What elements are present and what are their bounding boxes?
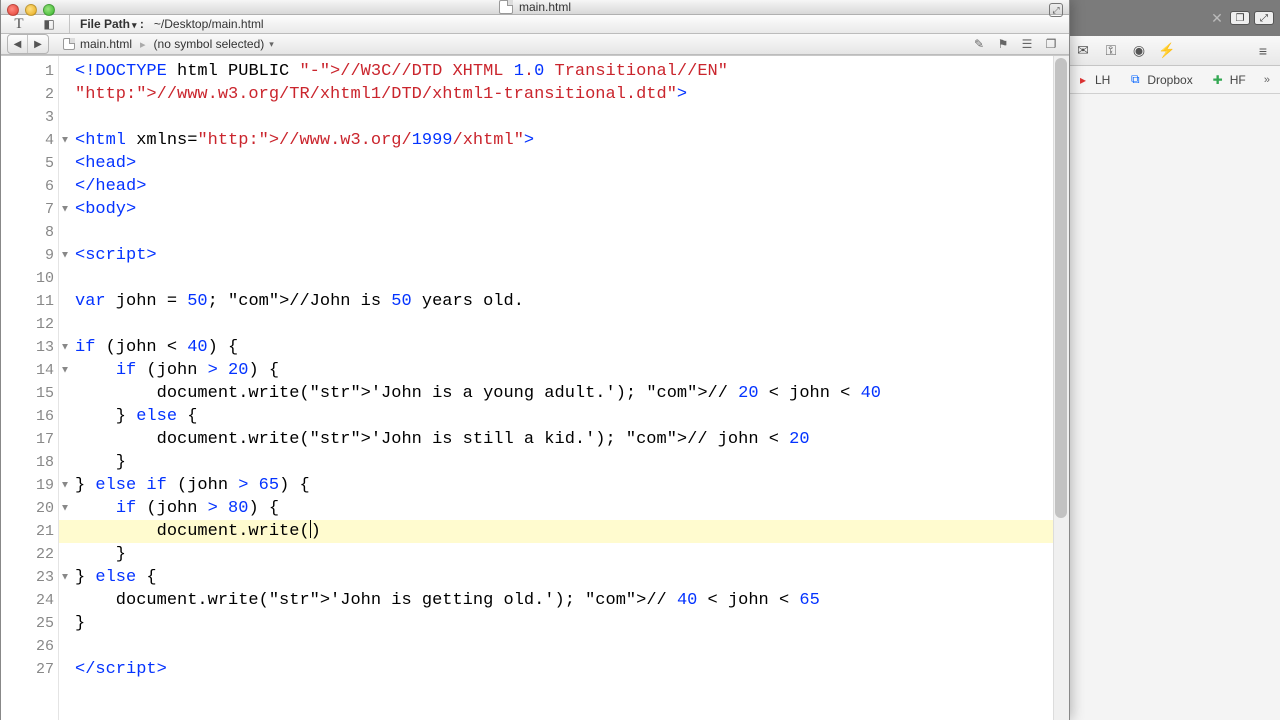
code-content[interactable]: <!DOCTYPE html PUBLIC "-">//W3C//DTD XHT… bbox=[59, 56, 1069, 720]
document-icon bbox=[499, 0, 513, 14]
bookmark-icon: ▸ bbox=[1076, 73, 1090, 87]
nav-bar: ◀ ▶ main.html ▸ (no symbol selected) ▾ ✎… bbox=[1, 34, 1069, 55]
code-line[interactable]: <head> bbox=[75, 152, 1069, 175]
code-line[interactable]: } else { bbox=[75, 566, 1069, 589]
code-line[interactable]: <script> bbox=[75, 244, 1069, 267]
code-line[interactable]: document.write() bbox=[59, 520, 1069, 543]
code-line[interactable]: </script> bbox=[75, 658, 1069, 681]
key-icon[interactable]: ⚿ bbox=[1102, 42, 1120, 60]
compass-icon[interactable]: ◉ bbox=[1130, 42, 1148, 60]
code-line[interactable]: if (john > 20) { bbox=[75, 359, 1069, 382]
code-line[interactable]: <body> bbox=[75, 198, 1069, 221]
code-line[interactable]: if (john < 40) { bbox=[75, 336, 1069, 359]
editor-window: main.html ⤢ T ◧ File Path▾ : ~/Desktop/m… bbox=[0, 0, 1070, 720]
code-line[interactable]: document.write("str">'John is getting ol… bbox=[75, 589, 1069, 612]
code-line[interactable]: } else if (john > 65) { bbox=[75, 474, 1069, 497]
fold-toggle-icon[interactable]: ▼ bbox=[60, 342, 70, 353]
menu-icon[interactable]: ≡ bbox=[1254, 42, 1272, 60]
dropbox-icon: ⧉ bbox=[1128, 73, 1142, 87]
bookmark-label: Dropbox bbox=[1147, 73, 1192, 87]
code-line[interactable] bbox=[75, 313, 1069, 336]
code-line[interactable]: } else { bbox=[75, 405, 1069, 428]
code-line[interactable]: </head> bbox=[75, 175, 1069, 198]
code-line[interactable]: if (john > 80) { bbox=[75, 497, 1069, 520]
nav-forward-button[interactable]: ▶ bbox=[28, 35, 48, 53]
browser-tabbar: ✕ ❐ ⤢ bbox=[1066, 0, 1280, 36]
bookmark-dropbox[interactable]: ⧉ Dropbox bbox=[1128, 73, 1192, 87]
code-line[interactable] bbox=[75, 106, 1069, 129]
bookmark-overflow-icon[interactable]: » bbox=[1264, 74, 1270, 86]
code-line[interactable]: document.write("str">'John is still a ki… bbox=[75, 428, 1069, 451]
bookmark-label: LH bbox=[1095, 73, 1110, 87]
fullscreen-button[interactable]: ⤢ bbox=[1049, 3, 1063, 17]
bookmark-hf[interactable]: ✚ HF bbox=[1211, 73, 1246, 87]
chevron-down-icon: ▾ bbox=[269, 39, 274, 50]
background-browser-window: ✕ ❐ ⤢ ✉ ⚿ ◉ ⚡ ≡ ▸ LH ⧉ Dropbox ✚ HF » bbox=[1065, 0, 1280, 720]
pencil-icon[interactable]: ✎ bbox=[971, 36, 987, 52]
scrollbar-thumb[interactable] bbox=[1055, 58, 1067, 518]
info-icon[interactable]: ◧ bbox=[39, 15, 59, 33]
code-line[interactable]: <html xmlns="http:">//www.w3.org/1999/xh… bbox=[75, 129, 1069, 152]
path-bar: T ◧ File Path▾ : ~/Desktop/main.html bbox=[1, 15, 1069, 34]
document-crumb[interactable]: main.html bbox=[55, 37, 140, 51]
path-value: ~/Desktop/main.html bbox=[154, 17, 264, 31]
hf-icon: ✚ bbox=[1211, 73, 1225, 87]
crumb-label: main.html bbox=[80, 37, 132, 51]
code-line[interactable]: } bbox=[75, 612, 1069, 635]
window-restore-icon[interactable]: ❐ bbox=[1230, 11, 1250, 25]
fold-toggle-icon[interactable]: ▼ bbox=[60, 572, 70, 583]
document-icon bbox=[63, 38, 75, 50]
bookmark-lh[interactable]: ▸ LH bbox=[1076, 73, 1110, 87]
menu-icon[interactable]: ☰ bbox=[1019, 36, 1035, 52]
bookmarks-bar: ▸ LH ⧉ Dropbox ✚ HF » bbox=[1066, 66, 1280, 94]
fold-toggle-icon[interactable]: ▼ bbox=[60, 480, 70, 491]
line-number-gutter: 1234▼567▼89▼10111213▼14▼1516171819▼20▼21… bbox=[1, 56, 59, 720]
code-line[interactable]: "http:">//www.w3.org/TR/xhtml1/DTD/xhtml… bbox=[75, 83, 1069, 106]
text-tool-icon[interactable]: T bbox=[9, 15, 29, 33]
code-line[interactable] bbox=[75, 267, 1069, 290]
fold-toggle-icon[interactable]: ▼ bbox=[60, 135, 70, 146]
document-icon[interactable]: ❐ bbox=[1043, 36, 1059, 52]
flash-icon[interactable]: ⚡ bbox=[1158, 42, 1176, 60]
browser-toolbar: ✉ ⚿ ◉ ⚡ ≡ bbox=[1066, 36, 1280, 66]
fold-toggle-icon[interactable]: ▼ bbox=[60, 204, 70, 215]
code-line[interactable]: } bbox=[75, 451, 1069, 474]
code-line[interactable] bbox=[75, 635, 1069, 658]
zoom-button[interactable] bbox=[43, 4, 55, 16]
scrollbar-track[interactable] bbox=[1053, 56, 1069, 720]
symbol-label: (no symbol selected) bbox=[154, 37, 265, 51]
flag-icon[interactable]: ⚑ bbox=[995, 36, 1011, 52]
mail-icon[interactable]: ✉ bbox=[1074, 42, 1092, 60]
fold-toggle-icon[interactable]: ▼ bbox=[60, 365, 70, 376]
close-button[interactable] bbox=[7, 4, 19, 16]
code-line[interactable]: document.write("str">'John is a young ad… bbox=[75, 382, 1069, 405]
path-label[interactable]: File Path▾ : bbox=[80, 17, 144, 31]
window-maximize-icon[interactable]: ⤢ bbox=[1254, 11, 1274, 25]
fold-toggle-icon[interactable]: ▼ bbox=[60, 503, 70, 514]
minimize-button[interactable] bbox=[25, 4, 37, 16]
fold-toggle-icon[interactable]: ▼ bbox=[60, 250, 70, 261]
symbol-crumb[interactable]: (no symbol selected) ▾ bbox=[146, 37, 282, 51]
titlebar: main.html ⤢ bbox=[1, 0, 1069, 15]
code-line[interactable]: } bbox=[75, 543, 1069, 566]
close-icon[interactable]: ✕ bbox=[1208, 9, 1226, 27]
code-line[interactable]: <!DOCTYPE html PUBLIC "-">//W3C//DTD XHT… bbox=[75, 60, 1069, 83]
code-line[interactable]: var john = 50; "com">//John is 50 years … bbox=[75, 290, 1069, 313]
code-editor[interactable]: 1234▼567▼89▼10111213▼14▼1516171819▼20▼21… bbox=[1, 55, 1069, 720]
code-line[interactable] bbox=[75, 221, 1069, 244]
bookmark-label: HF bbox=[1230, 73, 1246, 87]
nav-back-button[interactable]: ◀ bbox=[8, 35, 28, 53]
nav-history-buttons: ◀ ▶ bbox=[7, 34, 49, 54]
window-title: main.html bbox=[519, 0, 571, 14]
